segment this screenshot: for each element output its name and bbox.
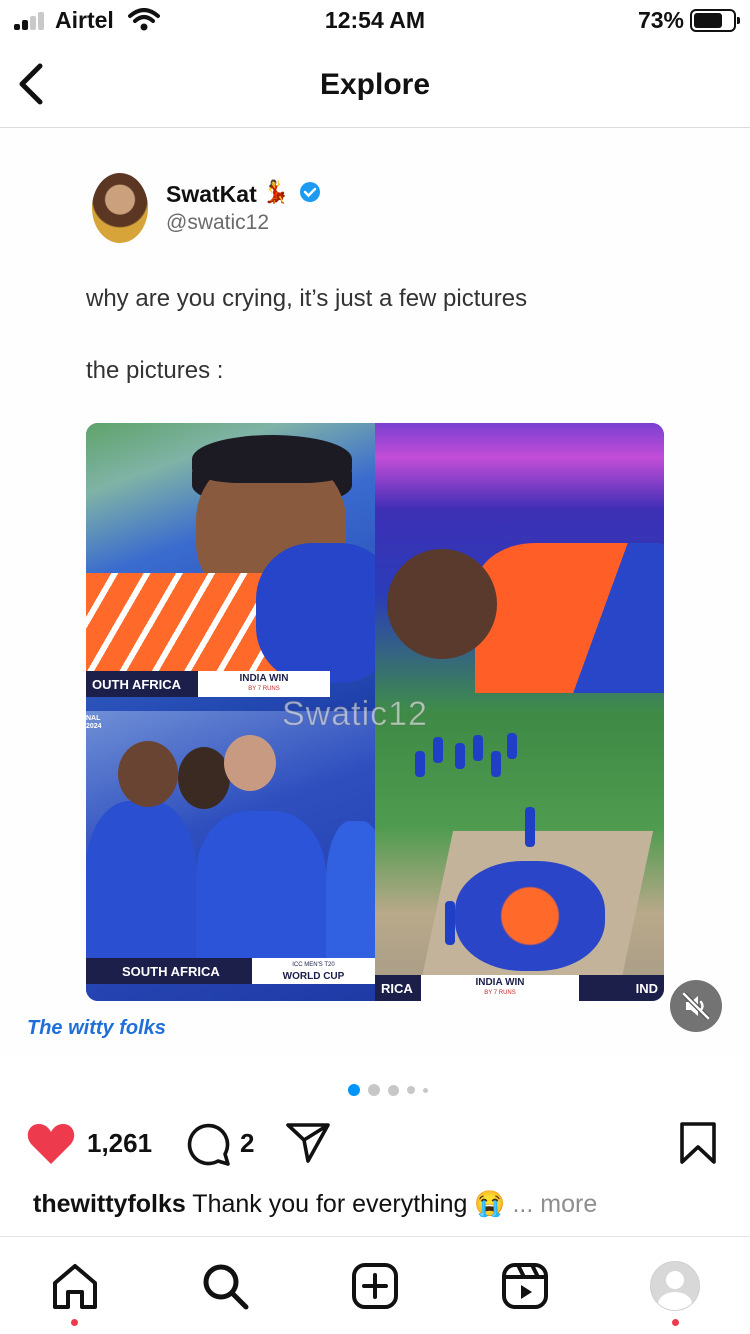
score-banner: INDIA WIN BY 7 RUNS — [198, 671, 330, 697]
score-banner: SOUTH AFRICA — [86, 958, 252, 984]
home-icon[interactable] — [50, 1261, 100, 1311]
carousel-dot — [368, 1084, 380, 1096]
carousel-dot — [388, 1084, 399, 1096]
verified-badge-icon — [300, 182, 320, 202]
tweet-text-line: the pictures : — [86, 357, 224, 384]
battery-fill — [694, 13, 722, 28]
page-title: Explore — [319, 68, 431, 101]
event-side-label: NAL 2024 — [86, 715, 102, 730]
image-watermark: Swatic12 — [282, 695, 428, 734]
caption-more-link[interactable]: ... more — [512, 1190, 597, 1218]
heart-icon[interactable] — [26, 1120, 76, 1166]
create-post-icon[interactable] — [350, 1261, 400, 1311]
world-cup-logo: ICC MEN'S T20 WORLD CUP — [252, 958, 375, 984]
tweet-avatar — [92, 173, 148, 243]
tweet-name-emoji: 💃 — [262, 179, 290, 204]
nav-header: Explore — [0, 42, 750, 128]
score-banner: IND — [579, 975, 664, 1001]
photo-collage: OUTH AFRICA INDIA WIN BY 7 RUNS NAL 2024… — [86, 423, 664, 1001]
collage-photo-kneel — [375, 423, 664, 711]
reels-icon[interactable] — [500, 1261, 550, 1311]
comment-icon[interactable] — [184, 1120, 232, 1168]
tweet-display-name: SwatKat — [166, 181, 257, 207]
post-media[interactable]: SwatKat 💃 @swatic12 why are you crying, … — [0, 129, 750, 1059]
mute-button[interactable] — [670, 980, 722, 1032]
collage-photo-hug: OUTH AFRICA INDIA WIN BY 7 RUNS — [86, 423, 375, 711]
profile-notification-dot — [672, 1319, 679, 1326]
profile-avatar[interactable] — [650, 1261, 700, 1311]
score-banner: RICA — [375, 975, 421, 1001]
post-caption: thewittyfolks Thank you for everything 😭… — [33, 1190, 733, 1219]
speaker-muted-icon — [682, 992, 710, 1020]
status-bar: Airtel 12:54 AM 73% — [0, 0, 750, 42]
score-banner: OUTH AFRICA — [86, 671, 198, 697]
collage-photo-huddle: RICA INDIA WIN BY 7 RUNS IND — [375, 711, 664, 1001]
caption-username[interactable]: thewittyfolks — [33, 1190, 186, 1218]
carousel-dot — [348, 1084, 360, 1096]
carousel-dot — [407, 1086, 415, 1094]
like-count[interactable]: 1,261 — [87, 1128, 152, 1159]
post-actions: 1,261 2 — [0, 1116, 750, 1172]
bookmark-icon[interactable] — [678, 1120, 718, 1166]
caption-text: Thank you for everything 😭 — [192, 1190, 506, 1218]
collage-photo-team: NAL 2024 SOUTH AFRICA ICC MEN'S T20 WORL… — [86, 711, 375, 1001]
tweet-handle: @swatic12 — [166, 211, 270, 234]
home-notification-dot — [71, 1319, 78, 1326]
brand-watermark: The witty folks — [27, 1017, 166, 1039]
share-icon[interactable] — [284, 1120, 332, 1166]
carousel-dot — [423, 1087, 428, 1093]
score-banner: INDIA WIN BY 7 RUNS — [421, 975, 579, 1001]
carousel-indicator — [348, 1083, 428, 1097]
bottom-tab-bar — [0, 1236, 750, 1334]
comment-count[interactable]: 2 — [240, 1128, 254, 1159]
battery-icon — [690, 9, 740, 32]
tweet-text-line: why are you crying, it’s just a few pict… — [86, 285, 528, 312]
battery-percent: 73% — [637, 7, 684, 33]
search-icon[interactable] — [200, 1261, 250, 1311]
